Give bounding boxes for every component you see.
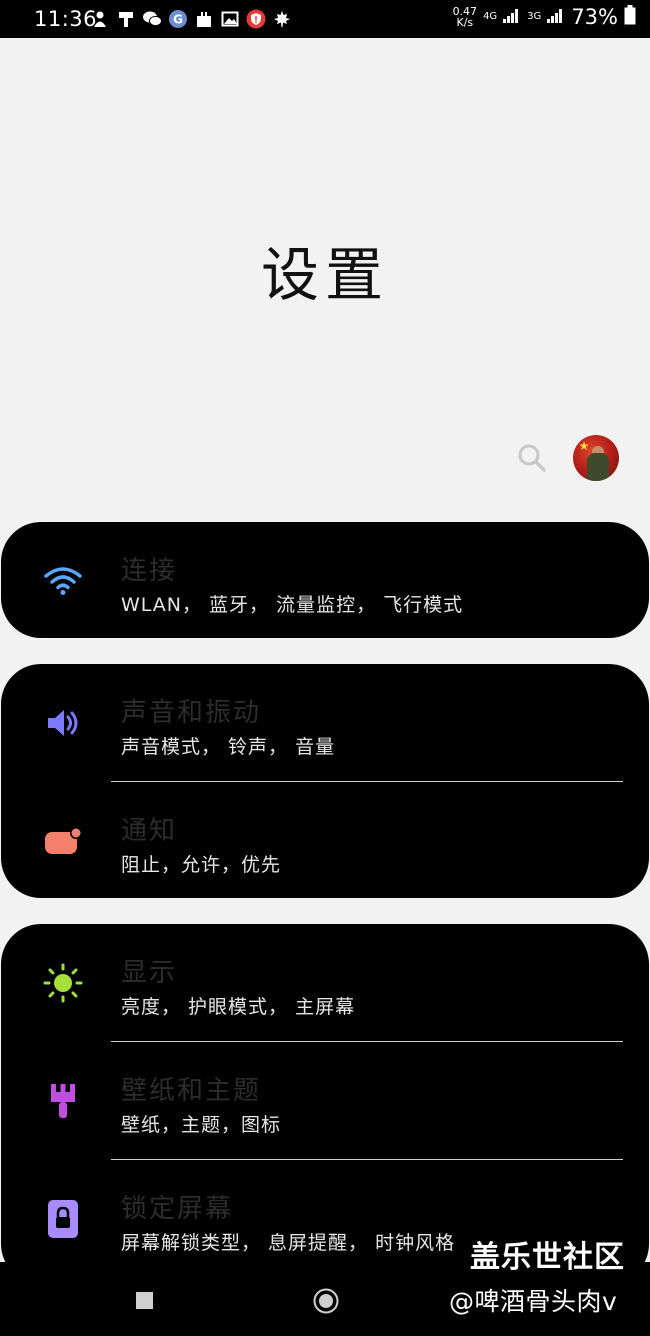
item-title: 通知 (121, 816, 178, 846)
card-display: 显示 亮度， 护眼模式， 主屏幕 壁纸和主题 壁纸，主题，图标 锁定屏幕 屏幕解… (1, 924, 649, 1284)
notification-icons: G (90, 8, 292, 30)
paint-brush-icon (41, 1042, 85, 1160)
wifi-icon (41, 522, 85, 638)
maple-leaf-icon (272, 9, 292, 29)
status-time: 11:36 (34, 7, 98, 31)
home-icon (313, 1288, 339, 1314)
wechat-icon (142, 9, 162, 29)
page-title: 设置 (260, 241, 389, 309)
settings-item-sound[interactable]: 声音和振动 声音模式， 铃声， 音量 (1, 664, 649, 782)
signal-icon (503, 7, 521, 27)
home-button[interactable] (313, 1288, 339, 1314)
item-title: 显示 (121, 958, 178, 988)
item-title: 连接 (121, 556, 178, 586)
battery-percentage: 73% (571, 5, 618, 29)
network-type-4g: 4G (483, 11, 498, 22)
image-icon (220, 9, 240, 29)
item-subtitle: 阻止，允许，优先 (121, 854, 282, 876)
shield-alert-icon (246, 9, 266, 29)
item-subtitle: 屏幕解锁类型， 息屏提醒， 时钟风格 (121, 1232, 456, 1254)
signal-icon-2 (547, 7, 565, 27)
bag-icon (194, 9, 214, 29)
watermark-username: @啤酒骨头肉v (449, 1287, 618, 1316)
item-subtitle: 亮度， 护眼模式， 主屏幕 (121, 996, 356, 1018)
settings-item-wallpaper-themes[interactable]: 壁纸和主题 壁纸，主题，图标 (1, 1042, 649, 1160)
google-g-icon: G (168, 9, 188, 29)
settings-item-display[interactable]: 显示 亮度， 护眼模式， 主屏幕 (1, 924, 649, 1042)
watermark-logo-text: 盖乐世社区 (470, 1240, 625, 1275)
status-bar: 11:36 G 0.47 K/s 4G 3G 73% (0, 0, 650, 38)
network-speed: 0.47 K/s (452, 5, 478, 29)
person-icon (90, 9, 110, 29)
item-title: 锁定屏幕 (121, 1194, 234, 1224)
item-subtitle: WLAN， 蓝牙， 流量监控， 飞行模式 (121, 594, 464, 616)
settings-item-connections[interactable]: 连接 WLAN， 蓝牙， 流量监控， 飞行模式 (1, 522, 649, 638)
card-connections: 连接 WLAN， 蓝牙， 流量监控， 飞行模式 (1, 522, 649, 638)
search-button[interactable] (514, 440, 550, 476)
network-type-3g: 3G (527, 11, 542, 22)
status-right-group: 0.47 K/s 4G 3G 73% (453, 5, 636, 29)
settings-item-notifications[interactable]: 通知 阻止，允许，优先 (1, 782, 649, 900)
item-subtitle: 声音模式， 铃声， 音量 (121, 736, 336, 758)
recent-apps-button[interactable] (136, 1292, 153, 1309)
item-subtitle: 壁纸，主题，图标 (121, 1114, 282, 1136)
search-icon (518, 444, 546, 472)
item-title: 声音和振动 (121, 698, 262, 728)
svg-text:G: G (173, 13, 183, 27)
lock-icon (41, 1160, 85, 1278)
brightness-icon (41, 924, 85, 1042)
cash-register-icon (116, 9, 136, 29)
notification-icon (41, 782, 85, 900)
item-title: 壁纸和主题 (121, 1076, 262, 1106)
card-sound-notifications: 声音和振动 声音模式， 铃声， 音量 通知 阻止，允许，优先 (1, 664, 649, 898)
speaker-icon (41, 664, 85, 782)
battery-icon (624, 5, 636, 29)
avatar[interactable] (573, 435, 619, 481)
flag-star-icon (579, 441, 589, 451)
